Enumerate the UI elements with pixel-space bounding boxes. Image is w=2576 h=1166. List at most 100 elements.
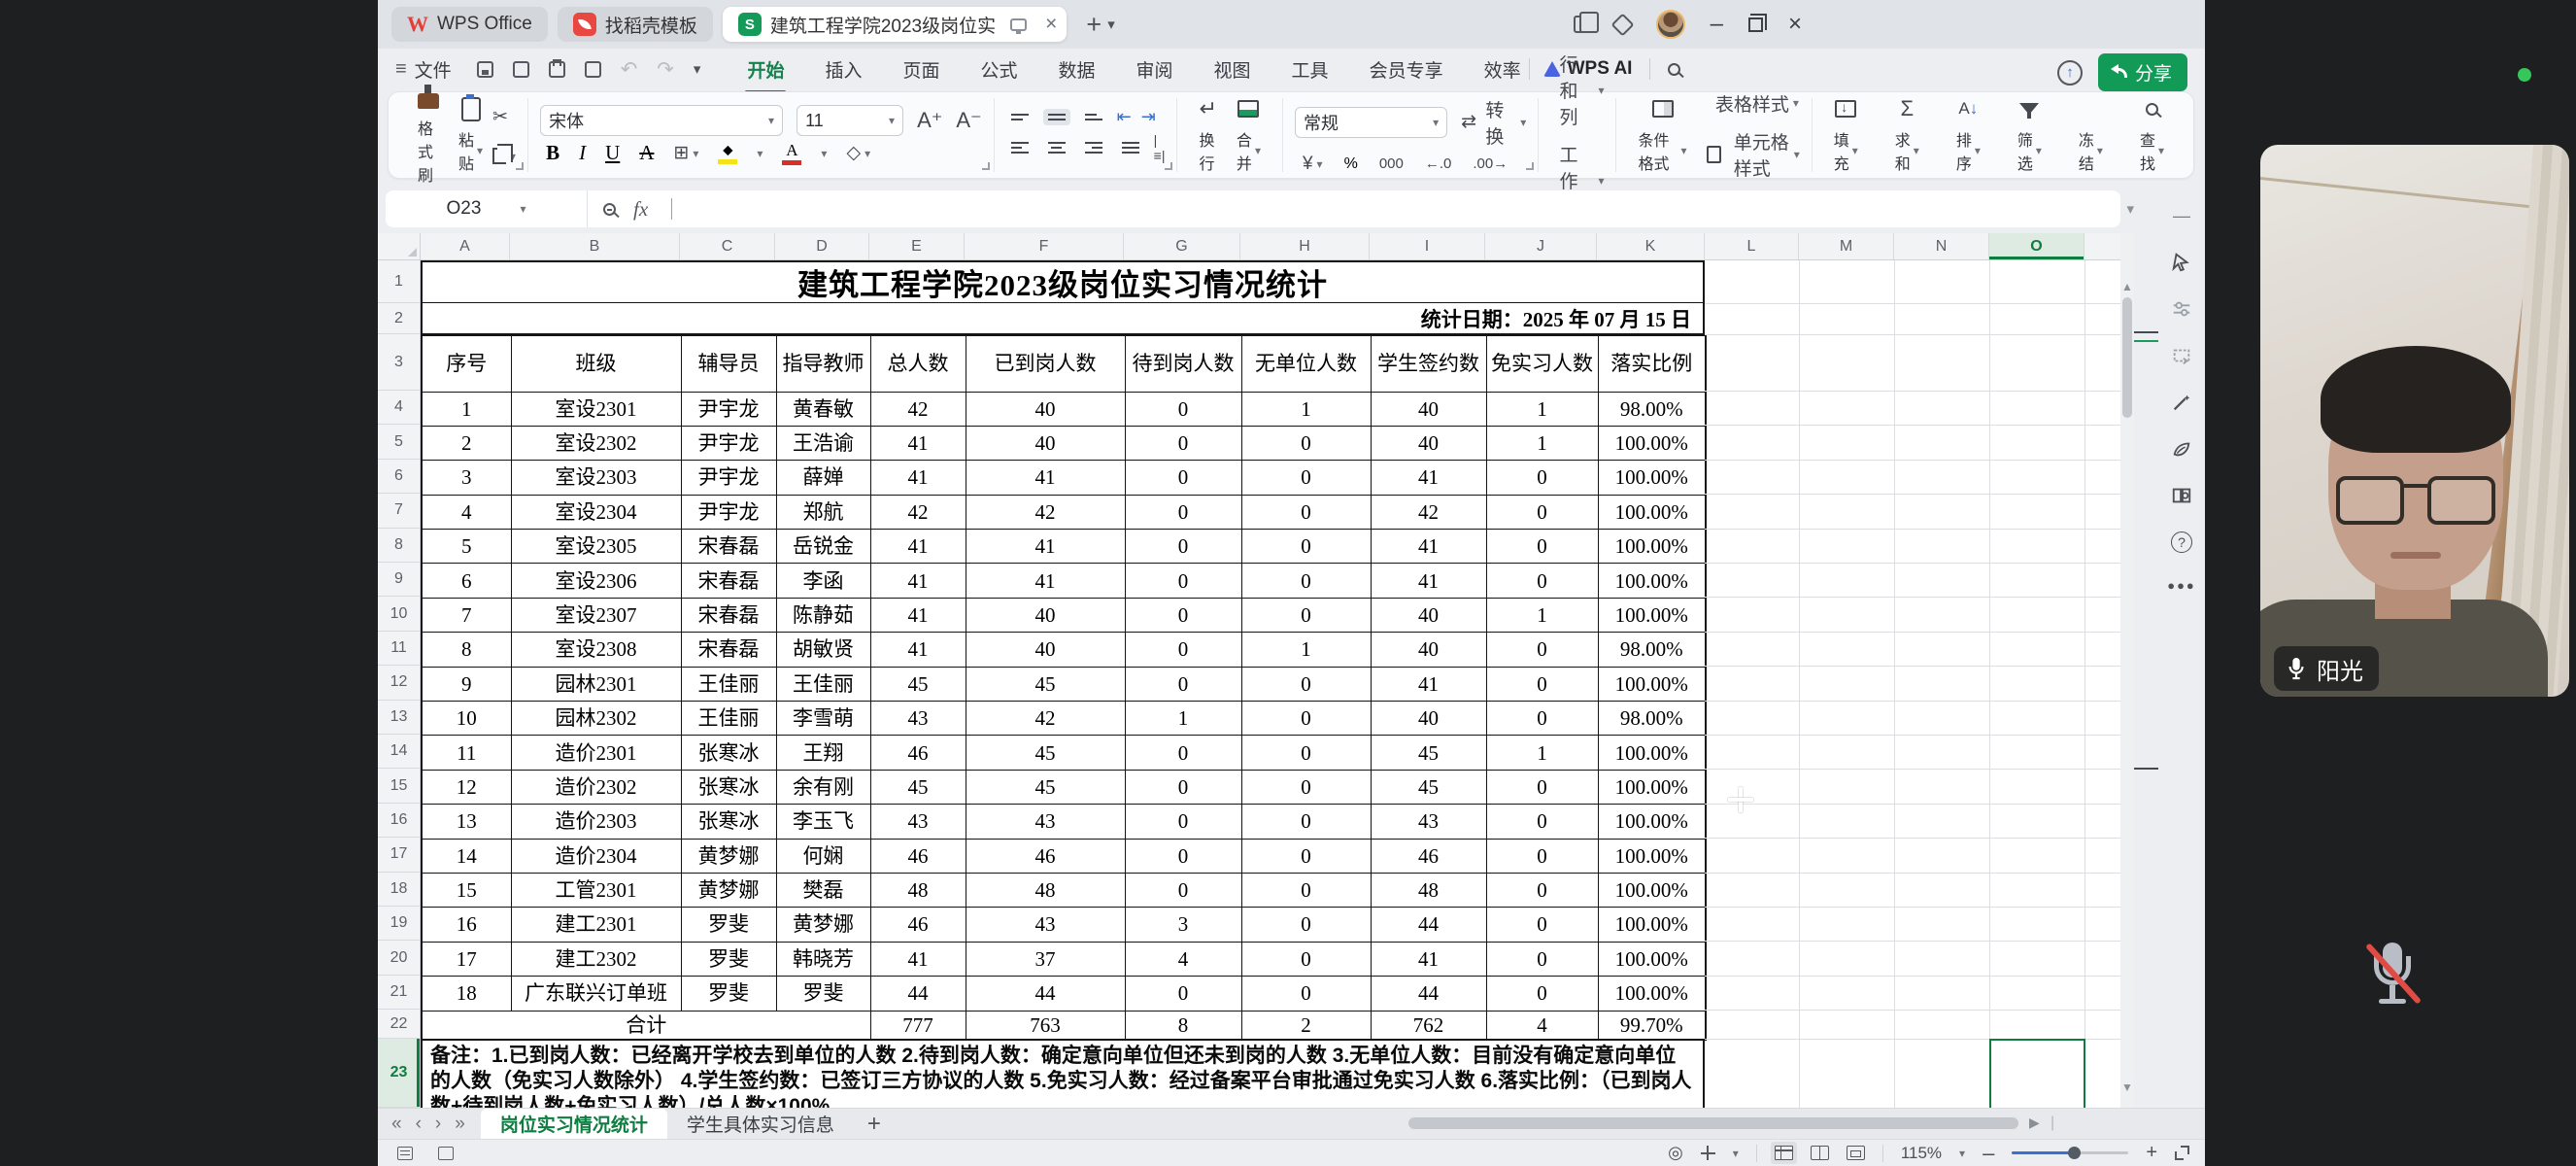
borders-button[interactable]: ⊞▾	[673, 142, 698, 164]
cell[interactable]: 100.00%	[1598, 564, 1706, 598]
select-all-corner[interactable]	[378, 233, 421, 260]
cell[interactable]: 0	[1486, 702, 1598, 736]
cell[interactable]: 100.00%	[1598, 495, 1706, 529]
cell[interactable]: 1	[1241, 392, 1371, 426]
undo-icon[interactable]: ↶	[621, 57, 638, 82]
cell[interactable]: 罗斐	[681, 942, 776, 976]
cell[interactable]: 0	[1241, 598, 1371, 632]
thousands-format-button[interactable]: 000	[1379, 155, 1404, 172]
cell[interactable]: 41	[966, 530, 1125, 564]
zoom-in-button[interactable]: +	[2146, 1142, 2157, 1164]
cell[interactable]: 3	[422, 461, 511, 495]
cell[interactable]: 0	[1125, 667, 1241, 701]
cell[interactable]: 100.00%	[1598, 942, 1706, 976]
cell[interactable]: 41	[1371, 530, 1486, 564]
boards-icon[interactable]	[1574, 16, 1589, 33]
cell[interactable]: 45	[966, 770, 1125, 804]
cell[interactable]: 100.00%	[1598, 736, 1706, 770]
cell[interactable]: 98.00%	[1598, 392, 1706, 426]
cell[interactable]: 0	[1125, 736, 1241, 770]
tab-current-document[interactable]: S 建筑工程学院2023级岗位实 ×	[723, 7, 1068, 42]
cell[interactable]: 18	[422, 977, 511, 1011]
row-header-7[interactable]: 7	[378, 494, 420, 528]
more-sidebar-icon[interactable]: ●●●	[2167, 578, 2196, 593]
restore-button[interactable]	[1748, 17, 1763, 32]
cell[interactable]: 46	[870, 736, 966, 770]
cell-style-button[interactable]: 单元格样式▾	[1707, 128, 1800, 181]
name-box[interactable]: O23 ▾	[386, 190, 588, 227]
cell[interactable]: 40	[1371, 392, 1486, 426]
column-header-L[interactable]: L	[1705, 233, 1799, 259]
cell[interactable]: 张寒冰	[681, 805, 776, 839]
ribbon-tab-审阅[interactable]: 审阅	[1135, 52, 1175, 86]
cell[interactable]: 100.00%	[1598, 667, 1706, 701]
cell[interactable]: 1	[1486, 736, 1598, 770]
cell[interactable]: 0	[1125, 770, 1241, 804]
cell[interactable]: 尹宇龙	[681, 495, 776, 529]
cell[interactable]: 0	[1241, 873, 1371, 907]
ribbon-tab-公式[interactable]: 公式	[978, 52, 1019, 86]
cell[interactable]: 0	[1486, 633, 1598, 667]
row-header-10[interactable]: 10	[378, 597, 420, 631]
cell[interactable]: 造价2303	[511, 805, 681, 839]
find-button[interactable]: 查找▾	[2130, 96, 2174, 174]
spreadsheet-grid[interactable]: ABCDEFGHIJKLMNO 123456789101112131415161…	[378, 233, 2134, 1108]
alignment-dialog-launcher[interactable]	[1165, 162, 1172, 170]
total-cell[interactable]: 777	[870, 1011, 966, 1040]
row-header-5[interactable]: 5	[378, 425, 420, 459]
cell[interactable]: 室设2303	[511, 461, 681, 495]
cell[interactable]: 余有刚	[776, 770, 870, 804]
cell[interactable]: 0	[1125, 426, 1241, 460]
cell[interactable]: 44	[966, 977, 1125, 1011]
sheet-tab[interactable]: 学生具体实习信息	[667, 1109, 854, 1140]
close-tab-icon[interactable]: ×	[1045, 13, 1057, 36]
cell[interactable]: 46	[1371, 839, 1486, 873]
cell[interactable]: 室设2301	[511, 392, 681, 426]
collapse-sidebar-icon[interactable]: —	[2173, 206, 2190, 226]
row-header-4[interactable]: 4	[378, 391, 420, 425]
ribbon-tab-开始[interactable]: 开始	[745, 52, 786, 86]
total-cell[interactable]: 8	[1125, 1011, 1241, 1040]
column-title[interactable]: 学生签约数	[1371, 335, 1486, 392]
bold-button[interactable]: B	[546, 141, 559, 165]
cell[interactable]: 43	[966, 908, 1125, 942]
zoom-slider-thumb[interactable]	[2068, 1147, 2081, 1159]
cell[interactable]: 100.00%	[1598, 426, 1706, 460]
cell[interactable]: 11	[422, 736, 511, 770]
underline-button[interactable]: U	[605, 141, 620, 165]
cell[interactable]: 48	[870, 873, 966, 907]
cell[interactable]: 黄梦娜	[681, 839, 776, 873]
cell[interactable]: 0	[1486, 942, 1598, 976]
row-header-21[interactable]: 21	[378, 976, 420, 1010]
save-icon[interactable]	[477, 61, 493, 78]
zoom-out-button[interactable]: –	[1983, 1141, 1994, 1166]
cell[interactable]: 1	[1486, 426, 1598, 460]
column-header-K[interactable]: K	[1597, 233, 1705, 259]
strikethrough-button[interactable]: A	[639, 141, 654, 165]
font-color-button[interactable]: A	[782, 142, 801, 165]
minimize-button[interactable]: –	[1711, 11, 1723, 38]
cell[interactable]: 0	[1125, 873, 1241, 907]
cell[interactable]: 4	[1125, 942, 1241, 976]
fullscreen-icon[interactable]	[2175, 1146, 2189, 1160]
cell[interactable]: 46	[870, 908, 966, 942]
cell[interactable]: 0	[1486, 530, 1598, 564]
column-title[interactable]: 落实比例	[1598, 335, 1706, 392]
decrease-indent-icon[interactable]: ⇤	[1117, 107, 1132, 127]
wrap-text-button[interactable]: ↵ 换行	[1189, 96, 1226, 174]
cell[interactable]: 17	[422, 942, 511, 976]
align-top-icon[interactable]	[1006, 109, 1034, 125]
column-header-F[interactable]: F	[965, 233, 1124, 259]
share-button[interactable]: 分享	[2098, 53, 2187, 91]
cell[interactable]: 45	[870, 770, 966, 804]
row-header-22[interactable]: 22	[378, 1010, 420, 1039]
total-cell[interactable]: 99.70%	[1598, 1011, 1706, 1040]
cell[interactable]: 1	[1486, 598, 1598, 632]
selected-cell-O23[interactable]	[1989, 1039, 2085, 1108]
horizontal-scroll-thumb[interactable]	[1408, 1117, 2018, 1129]
column-header-A[interactable]: A	[421, 233, 510, 259]
cell[interactable]: 1	[1241, 633, 1371, 667]
cell[interactable]: 37	[966, 942, 1125, 976]
cell[interactable]: 造价2301	[511, 736, 681, 770]
cell[interactable]: 7	[422, 598, 511, 632]
